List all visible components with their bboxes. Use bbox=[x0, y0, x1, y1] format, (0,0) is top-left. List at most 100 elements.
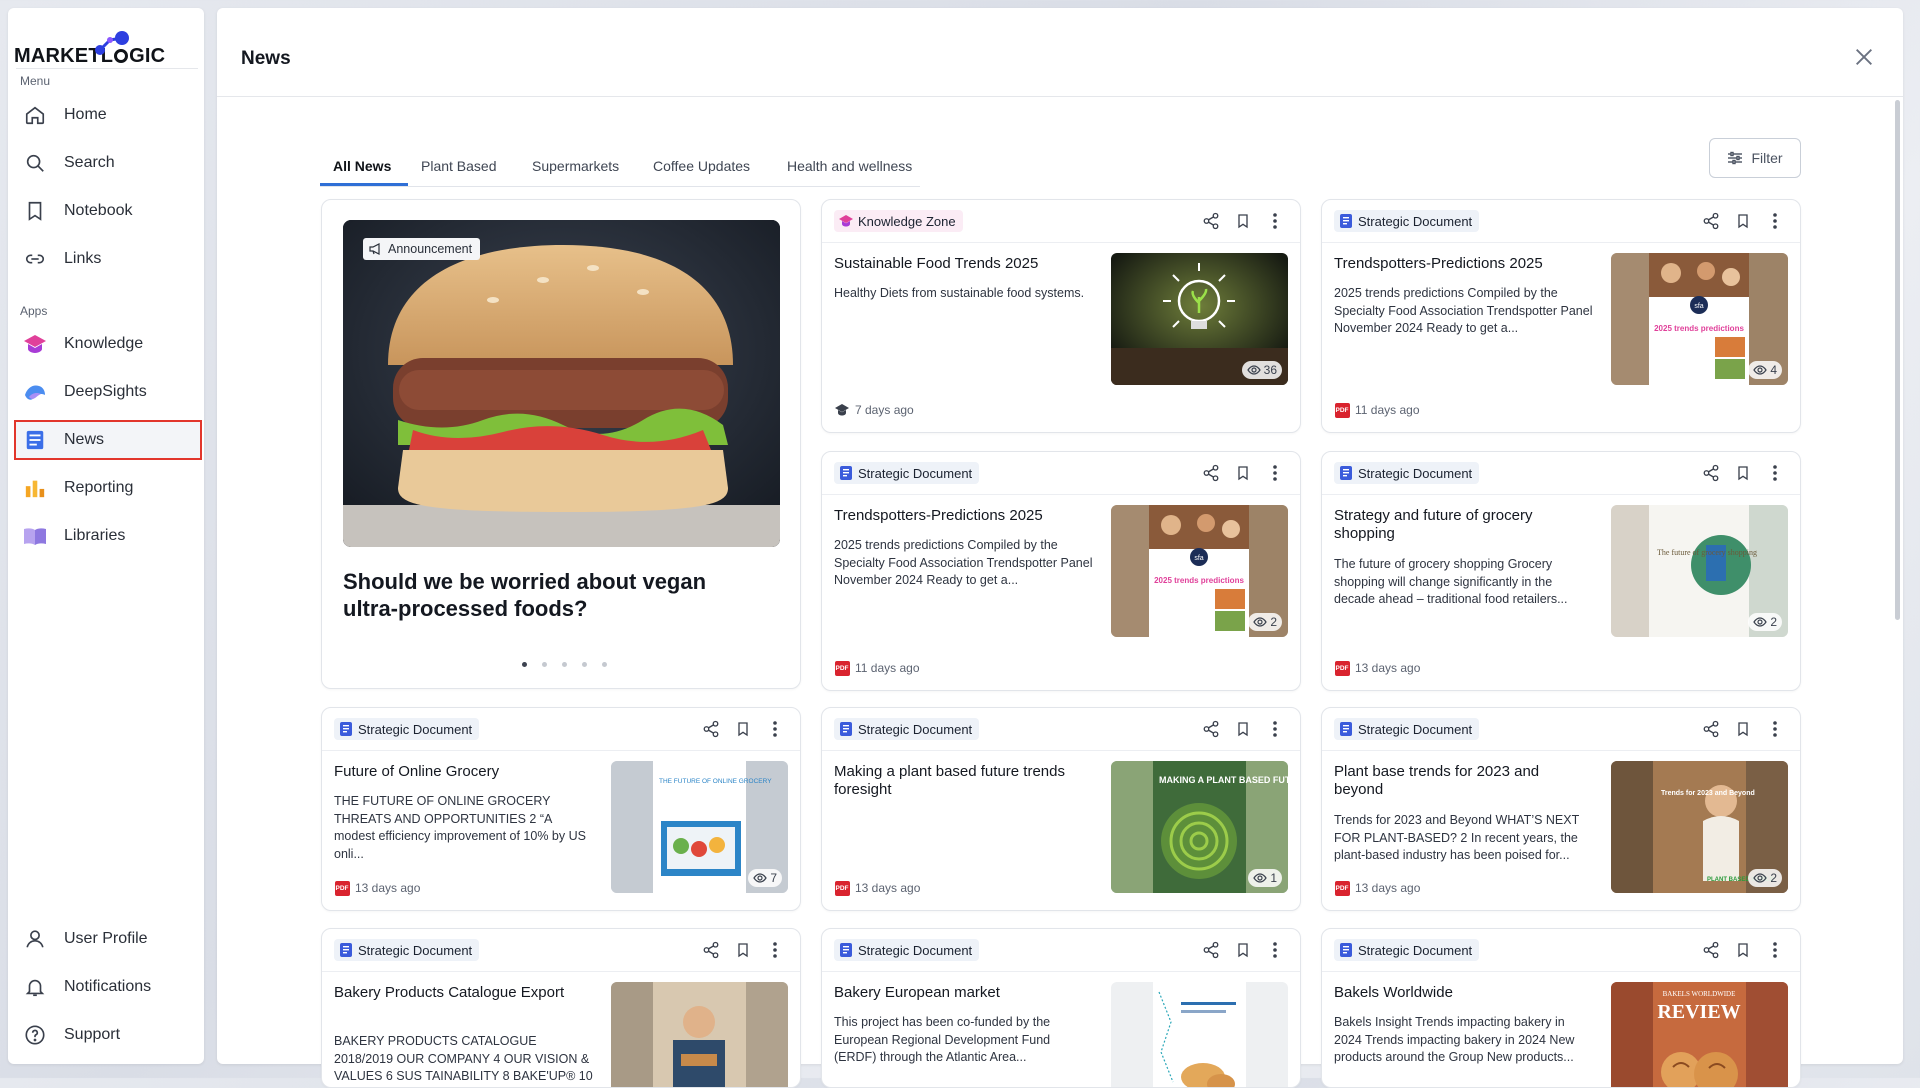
news-card[interactable]: Strategic Document Plant base trends for… bbox=[1321, 707, 1801, 911]
svg-text:MAKING A PLANT BASED FUTURE: MAKING A PLANT BASED FUTURE bbox=[1159, 775, 1288, 785]
marketlogic-logo[interactable]: MARKETL GIC bbox=[14, 28, 204, 68]
card-title[interactable]: Future of Online Grocery bbox=[334, 763, 589, 781]
scrollbar[interactable] bbox=[1894, 100, 1901, 1060]
share-icon[interactable] bbox=[1200, 939, 1222, 961]
bookmark-icon[interactable] bbox=[1732, 939, 1754, 961]
card-title[interactable]: Sustainable Food Trends 2025 bbox=[834, 255, 1089, 273]
card-thumbnail[interactable]: sfa 2025 trends predictions 2 bbox=[1111, 505, 1288, 637]
bookmark-icon[interactable] bbox=[732, 939, 754, 961]
card-thumbnail[interactable] bbox=[1111, 982, 1288, 1087]
more-options-icon[interactable] bbox=[1264, 462, 1286, 484]
sidebar-item-search[interactable]: Search bbox=[14, 143, 202, 183]
card-thumbnail[interactable]: BAKELS WORLDWIDE REVIEW bbox=[1611, 982, 1788, 1087]
sidebar-item-notifications[interactable]: Notifications bbox=[14, 967, 202, 1007]
share-icon[interactable] bbox=[1200, 462, 1222, 484]
featured-title[interactable]: Should we be worried about vegan ultra-p… bbox=[343, 568, 763, 622]
sidebar-item-reporting[interactable]: Reporting bbox=[14, 468, 202, 508]
filter-button[interactable]: Filter bbox=[1709, 138, 1801, 178]
view-count: 2 bbox=[1748, 613, 1782, 631]
news-card[interactable]: Strategic Document Strategy and future o… bbox=[1321, 451, 1801, 691]
card-thumbnail[interactable]: 36 bbox=[1111, 253, 1288, 385]
eye-icon bbox=[1253, 617, 1270, 627]
card-title[interactable]: Trendspotters-Predictions 2025 bbox=[1334, 255, 1589, 273]
sidebar-item-knowledge[interactable]: Knowledge bbox=[14, 324, 202, 364]
more-options-icon[interactable] bbox=[1264, 939, 1286, 961]
tab-supermarkets[interactable]: Supermarkets bbox=[532, 158, 619, 174]
card-thumbnail[interactable]: THE FUTURE OF ONLINE GROCERY 7 bbox=[611, 761, 788, 893]
card-thumbnail[interactable]: The future of grocery shopping 2 bbox=[1611, 505, 1788, 637]
news-card[interactable]: Strategic Document Trendspotters-Predict… bbox=[1321, 199, 1801, 433]
share-icon[interactable] bbox=[1700, 939, 1722, 961]
sidebar-item-notebook[interactable]: Notebook bbox=[14, 191, 202, 231]
sidebar-item-support[interactable]: Support bbox=[14, 1015, 202, 1055]
card-title[interactable]: Bakery Products Catalogue Export bbox=[334, 984, 589, 1002]
card-thumbnail[interactable]: sfa 2025 trends predictions 4 bbox=[1611, 253, 1788, 385]
more-options-icon[interactable] bbox=[764, 718, 786, 740]
card-title[interactable]: Making a plant based future trends fores… bbox=[834, 763, 1089, 799]
logo-dots-icon bbox=[95, 31, 129, 55]
card-title[interactable]: Strategy and future of grocery shopping bbox=[1334, 507, 1589, 543]
news-card[interactable]: Strategic Document Making a plant based … bbox=[821, 707, 1301, 911]
eye-icon bbox=[753, 873, 770, 883]
share-icon[interactable] bbox=[1700, 718, 1722, 740]
more-options-icon[interactable] bbox=[764, 939, 786, 961]
more-options-icon[interactable] bbox=[1764, 718, 1786, 740]
news-card[interactable]: Strategic Document Bakery Products Catal… bbox=[321, 928, 801, 1088]
more-options-icon[interactable] bbox=[1264, 718, 1286, 740]
card-thumbnail[interactable]: Trends for 2023 and Beyond PLANT BASED WO… bbox=[1611, 761, 1788, 893]
news-card[interactable]: Strategic Document Future of Online Groc… bbox=[321, 707, 801, 911]
more-options-icon[interactable] bbox=[1764, 210, 1786, 232]
tab-all-news[interactable]: All News bbox=[333, 158, 391, 174]
eye-icon bbox=[1753, 873, 1770, 883]
card-thumbnail[interactable]: MAKING A PLANT BASED FUTURE 1 bbox=[1111, 761, 1288, 893]
share-icon[interactable] bbox=[1200, 718, 1222, 740]
carousel-dot[interactable] bbox=[602, 662, 607, 667]
news-card[interactable]: Strategic Document Bakery European marke… bbox=[821, 928, 1301, 1088]
bookmark-icon[interactable] bbox=[732, 718, 754, 740]
share-icon[interactable] bbox=[700, 718, 722, 740]
card-title[interactable]: Bakels Worldwide bbox=[1334, 984, 1589, 1002]
card-thumbnail[interactable] bbox=[611, 982, 788, 1087]
card-actions bbox=[1190, 462, 1286, 484]
vegan-burger-image[interactable]: Announcement bbox=[343, 220, 780, 547]
featured-news-card[interactable]: Announcement Should we be worried about … bbox=[321, 199, 801, 689]
more-options-icon[interactable] bbox=[1764, 462, 1786, 484]
card-title[interactable]: Bakery European market bbox=[834, 984, 1089, 1002]
bookmark-icon[interactable] bbox=[1732, 210, 1754, 232]
tab-health-and-wellness[interactable]: Health and wellness bbox=[787, 158, 912, 174]
carousel-dot[interactable] bbox=[582, 662, 587, 667]
sidebar-item-home[interactable]: Home bbox=[14, 95, 202, 135]
document-icon bbox=[1339, 943, 1353, 957]
scrollbar-thumb[interactable] bbox=[1895, 100, 1900, 620]
published-time: 13 days ago bbox=[355, 881, 421, 895]
bookmark-icon[interactable] bbox=[1232, 210, 1254, 232]
card-header: Strategic Document bbox=[322, 708, 800, 751]
share-icon[interactable] bbox=[1700, 210, 1722, 232]
close-icon[interactable] bbox=[1853, 46, 1875, 68]
share-icon[interactable] bbox=[1200, 210, 1222, 232]
sidebar-item-news[interactable]: News bbox=[14, 420, 202, 460]
card-title[interactable]: Trendspotters-Predictions 2025 bbox=[834, 507, 1089, 525]
sidebar-item-user-profile[interactable]: User Profile bbox=[14, 919, 202, 959]
bookmark-icon[interactable] bbox=[1232, 939, 1254, 961]
share-icon[interactable] bbox=[700, 939, 722, 961]
bookmark-icon[interactable] bbox=[1732, 462, 1754, 484]
carousel-dot[interactable] bbox=[562, 662, 567, 667]
carousel-dot[interactable] bbox=[522, 662, 527, 667]
sidebar-item-deepsights[interactable]: DeepSights bbox=[14, 372, 202, 412]
bookmark-icon[interactable] bbox=[1232, 462, 1254, 484]
bookmark-icon[interactable] bbox=[1732, 718, 1754, 740]
news-card[interactable]: Knowledge Zone Sustainable Food Trends 2… bbox=[821, 199, 1301, 433]
more-options-icon[interactable] bbox=[1264, 210, 1286, 232]
carousel-dot[interactable] bbox=[542, 662, 547, 667]
news-card[interactable]: Strategic Document Trendspotters-Predict… bbox=[821, 451, 1301, 691]
bookmark-icon[interactable] bbox=[1232, 718, 1254, 740]
tab-coffee-updates[interactable]: Coffee Updates bbox=[653, 158, 750, 174]
more-options-icon[interactable] bbox=[1764, 939, 1786, 961]
news-card[interactable]: Strategic Document Bakels Worldwide Bake… bbox=[1321, 928, 1801, 1088]
sidebar-item-libraries[interactable]: Libraries bbox=[14, 516, 202, 556]
sidebar-item-links[interactable]: Links bbox=[14, 239, 202, 279]
share-icon[interactable] bbox=[1700, 462, 1722, 484]
card-title[interactable]: Plant base trends for 2023 and beyond bbox=[1334, 763, 1589, 799]
tab-plant-based[interactable]: Plant Based bbox=[421, 158, 497, 174]
